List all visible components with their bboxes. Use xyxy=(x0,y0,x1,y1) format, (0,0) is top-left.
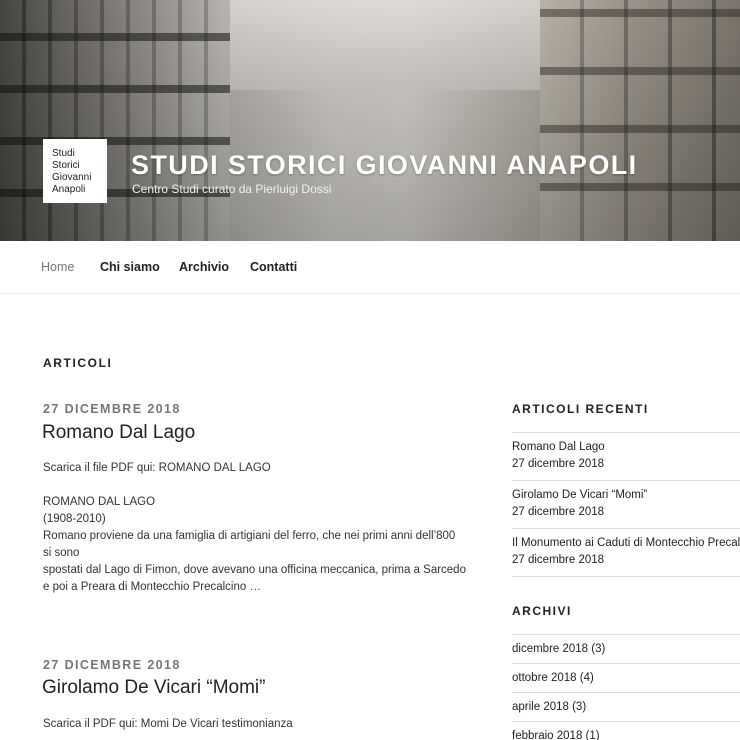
list-item: Romano Dal Lago 27 dicembre 2018 xyxy=(512,433,740,481)
post-excerpt: Scarica il file PDF qui: ROMANO DAL LAGO… xyxy=(43,460,473,596)
logo-line: Storici xyxy=(52,160,80,171)
widget-title-archives: ARCHIVI xyxy=(512,604,572,618)
banner-shade xyxy=(0,0,740,241)
post-title[interactable]: Romano Dal Lago xyxy=(42,422,195,444)
recent-post-link[interactable]: Il Monumento ai Caduti di Montecchio Pre… xyxy=(512,537,740,549)
header-banner: Studi Storici Giovanni Anapoli STUDI STO… xyxy=(0,0,740,241)
logo-line: Studi xyxy=(52,148,75,159)
post-text-line[interactable]: Scarica il file PDF qui: ROMANO DAL LAGO xyxy=(43,460,473,477)
recent-post-link[interactable]: Romano Dal Lago xyxy=(512,441,605,453)
archive-link[interactable]: dicembre 2018 (3) xyxy=(512,635,740,664)
nav-item-home[interactable]: Home xyxy=(41,260,74,274)
recent-post-date: 27 dicembre 2018 xyxy=(512,506,605,518)
post-text-line: si sono xyxy=(43,547,80,559)
post-excerpt: Scarica il PDF qui: Momi De Vicari testi… xyxy=(43,716,473,733)
site-logo[interactable]: Studi Storici Giovanni Anapoli xyxy=(43,139,107,203)
post-text-line: spostati dal Lago di Fimon, dove avevano… xyxy=(43,564,466,576)
recent-post-link[interactable]: Girolamo De Vicari “Momi” xyxy=(512,489,647,501)
post-text-line: e poi a Preara di Montecchio Precalcino … xyxy=(43,581,261,593)
post-text-line xyxy=(43,477,473,494)
recent-post-date: 27 dicembre 2018 xyxy=(512,458,605,470)
list-item: Girolamo De Vicari “Momi” 27 dicembre 20… xyxy=(512,481,740,529)
page-title: ARTICOLI xyxy=(43,356,113,370)
nav-item-archivio[interactable]: Archivio xyxy=(179,260,229,274)
widget-title-recent-posts: ARTICOLI RECENTI xyxy=(512,402,649,416)
post-text-line: ROMANO DAL LAGO xyxy=(43,496,156,508)
recent-post-date: 27 dicembre 2018 xyxy=(512,554,605,566)
post-text-line[interactable]: Scarica il PDF qui: Momi De Vicari testi… xyxy=(43,716,473,733)
nav-item-contatti[interactable]: Contatti xyxy=(250,260,297,274)
archive-link[interactable]: aprile 2018 (3) xyxy=(512,693,740,722)
archives-list: dicembre 2018 (3) ottobre 2018 (4) april… xyxy=(512,634,740,740)
post-date[interactable]: 27 DICEMBRE 2018 xyxy=(43,402,181,416)
site-title[interactable]: STUDI STORICI GIOVANNI ANAPOLI xyxy=(131,150,638,181)
nav-item-chi-siamo[interactable]: Chi siamo xyxy=(100,260,160,274)
archive-link[interactable]: febbraio 2018 (1) xyxy=(512,722,740,740)
post-text-line: (1908-2010) xyxy=(43,513,106,525)
site-description: Centro Studi curato da Pierluigi Dossi xyxy=(132,182,332,196)
post-date[interactable]: 27 DICEMBRE 2018 xyxy=(43,658,181,672)
main-navigation: Home Chi siamo Archivio Contatti xyxy=(0,241,740,294)
post-title[interactable]: Girolamo De Vicari “Momi” xyxy=(42,677,265,699)
logo-line: Giovanni xyxy=(52,172,92,183)
logo-line: Anapoli xyxy=(52,184,86,195)
post-text-line: Romano proviene da una famiglia di artig… xyxy=(43,530,456,542)
recent-posts-list: Romano Dal Lago 27 dicembre 2018 Girolam… xyxy=(512,432,740,577)
archive-link[interactable]: ottobre 2018 (4) xyxy=(512,664,740,693)
list-item: Il Monumento ai Caduti di Montecchio Pre… xyxy=(512,529,740,577)
